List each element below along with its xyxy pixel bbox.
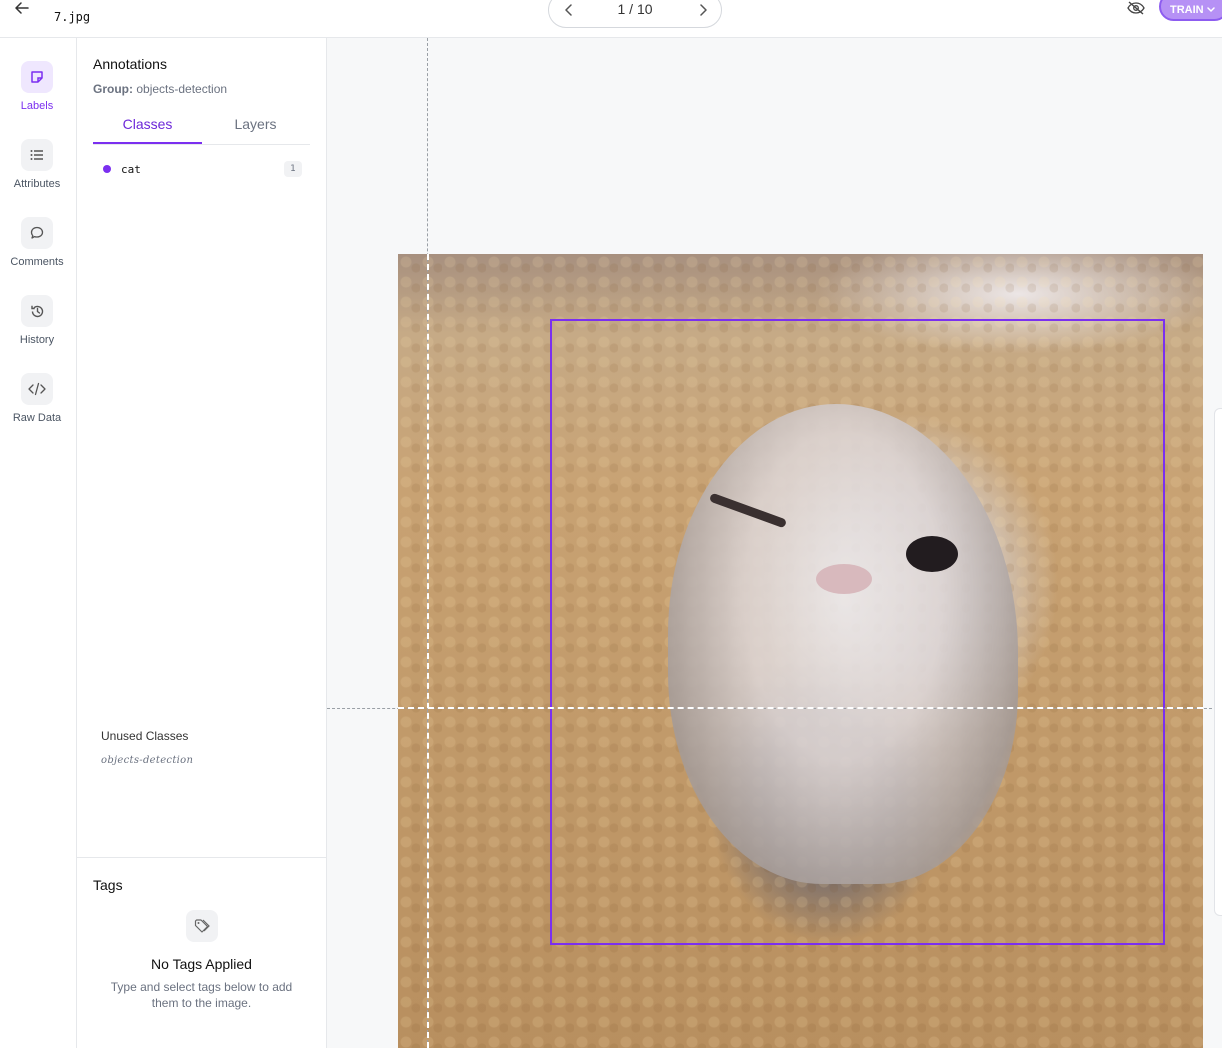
rail-item-attributes[interactable]: Attributes (0, 139, 76, 209)
rail-label: History (19, 334, 55, 346)
unused-classes-title: Unused Classes (101, 729, 189, 743)
right-panel-handle[interactable] (1214, 408, 1222, 916)
rail-label: Raw Data (12, 412, 62, 424)
group-key: Group: (93, 82, 133, 96)
panel-title: Annotations (93, 56, 167, 72)
next-image-button[interactable] (693, 1, 713, 19)
class-count-badge: 1 (284, 161, 302, 177)
image-pager: 1 / 10 (548, 0, 722, 28)
comment-icon (30, 226, 44, 239)
rail-item-labels[interactable]: Labels (0, 61, 76, 131)
tab-classes[interactable]: Classes (93, 116, 202, 144)
tab-layers[interactable]: Layers (201, 116, 310, 144)
list-icon (30, 150, 43, 160)
tag-icon (194, 919, 210, 933)
eye-off-icon (1127, 1, 1145, 15)
rail-label: Labels (20, 100, 54, 112)
chevron-down-icon (1206, 6, 1215, 12)
rail-item-raw-data[interactable]: Raw Data (0, 373, 76, 443)
panel-tabs: Classes Layers (93, 108, 310, 145)
unused-class-item[interactable]: objects-detection (101, 755, 193, 766)
filename: 7.jpg (54, 10, 91, 24)
class-name: cat (121, 163, 141, 176)
rail-item-comments[interactable]: Comments (0, 217, 76, 287)
history-icon (30, 305, 43, 317)
tags-section: Tags No Tags Applied Type and select tag… (77, 857, 326, 1049)
arrow-left-icon (15, 2, 29, 14)
chevron-right-icon (700, 4, 707, 16)
crosshair-horizontal-guide-overlay (398, 707, 1203, 709)
class-row-cat[interactable]: cat 1 (93, 158, 302, 180)
train-label: TRAIN (1170, 3, 1204, 16)
rail-label: Comments (10, 256, 64, 268)
rail-item-history[interactable]: History (0, 295, 76, 365)
class-color-dot (103, 165, 111, 173)
rail-label: Attributes (13, 178, 61, 190)
bounding-box-cat[interactable] (550, 319, 1165, 945)
no-tags-title: No Tags Applied (151, 956, 252, 972)
top-bar: 7.jpg 1 / 10 TRAIN (0, 0, 1222, 38)
back-button[interactable] (12, 0, 32, 16)
toggle-visibility-button[interactable] (1126, 0, 1146, 16)
annotations-panel: Annotations Group: objects-detection Cla… (77, 38, 327, 1048)
crosshair-vertical-guide-overlay (427, 254, 429, 1048)
no-tags-subtitle: Type and select tags below to add them t… (110, 980, 293, 1010)
annotation-canvas[interactable] (327, 38, 1222, 1048)
group-value: objects-detection (136, 82, 228, 96)
label-icon (31, 71, 43, 83)
group-info: Group: objects-detection (93, 82, 227, 96)
side-rail: Labels Attributes Comments History Raw D… (0, 38, 77, 1048)
tags-title: Tags (93, 877, 123, 893)
code-icon (28, 382, 46, 396)
train-button[interactable]: TRAIN (1159, 0, 1222, 21)
